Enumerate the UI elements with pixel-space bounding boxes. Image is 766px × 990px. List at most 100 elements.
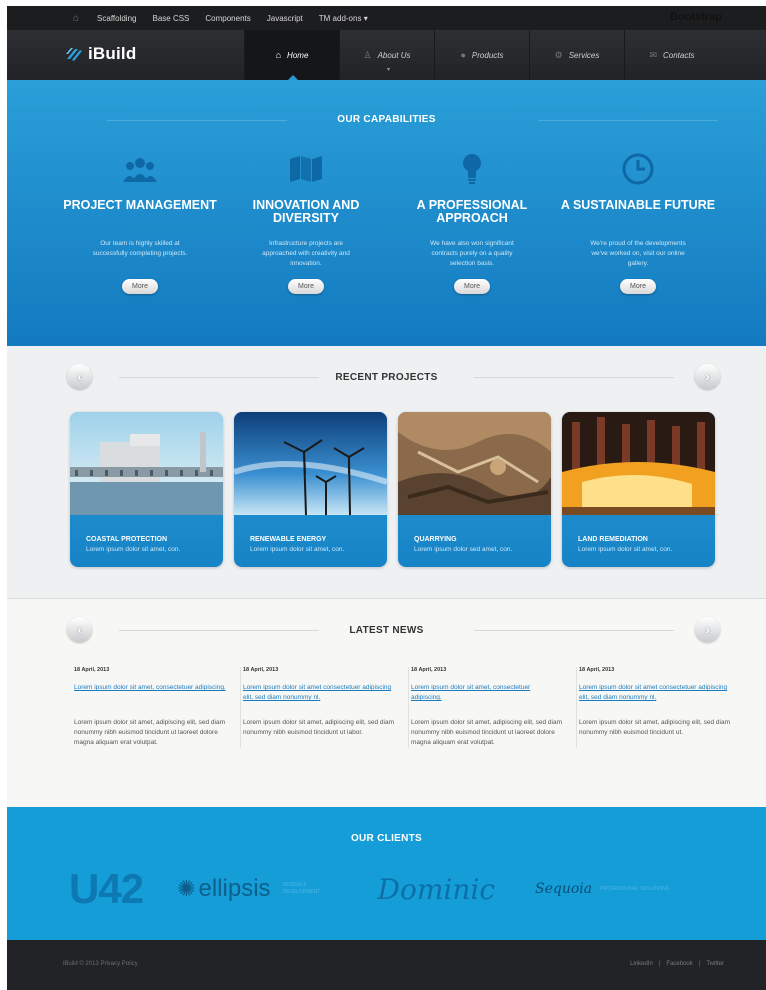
project-image-wind	[234, 412, 387, 516]
chevron-right-icon: ›	[705, 622, 710, 637]
site-header: iBuild ⌂ Home ♙ About Us ▾ ● Products ⚙ …	[7, 30, 766, 81]
nav-item-label: Products	[471, 50, 504, 60]
divider	[119, 377, 319, 378]
site-footer: iBuild © 2013 Privacy Policy LinkedIn | …	[7, 940, 766, 990]
more-button[interactable]: More	[288, 279, 324, 294]
gear-icon: ⚙	[554, 49, 563, 60]
client-logo-u42[interactable]: U42	[69, 865, 144, 913]
topbar-link-base-css[interactable]: Base CSS	[152, 14, 189, 23]
project-card[interactable]: COASTAL PROTECTION Lorem ipsum dolor sit…	[70, 412, 223, 567]
news-item: 18 April, 2013 Lorem ipsum dolor sit ame…	[242, 667, 409, 748]
topbar-link-tm-addons[interactable]: TM add-ons ▾	[319, 14, 368, 23]
topbar-link-components[interactable]: Components	[205, 14, 250, 23]
project-title: QUARRYING	[414, 536, 457, 543]
divider	[119, 630, 319, 631]
nav-item-label: About Us	[377, 50, 411, 60]
more-button[interactable]: More	[620, 279, 656, 294]
capabilities-section: OUR CAPABILITIES PROJECT MANAGEMENT Our …	[7, 80, 766, 346]
nav-item-contacts[interactable]: ✉ Contacts	[624, 30, 719, 80]
client-logo-ellipsis-name: ellipsis	[198, 875, 271, 902]
map-icon	[223, 151, 389, 187]
capability-text: Infrastructure projects are approached w…	[262, 240, 350, 267]
user-icon: ♙	[363, 49, 372, 60]
bootstrap-brand[interactable]: Bootstrap	[670, 11, 722, 23]
nav-item-label: Home	[287, 50, 309, 60]
client-logo-dominic[interactable]: Dominic	[378, 873, 495, 906]
social-link-facebook[interactable]: Facebook	[666, 961, 692, 967]
more-button[interactable]: More	[454, 279, 490, 294]
capabilities-list: PROJECT MANAGEMENT Our team is highly sk…	[7, 151, 766, 294]
topbar-link-tm-addons-label: TM add-ons	[318, 13, 362, 23]
news-text: Lorem ipsum dolor sit amet, adipiscing e…	[74, 719, 226, 746]
project-card[interactable]: QUARRYING Lorem ipsum dolor sed amet, co…	[398, 412, 551, 567]
home-icon[interactable]: ⌂	[73, 13, 79, 24]
topbar-link-scaffolding[interactable]: Scaffolding	[97, 14, 136, 23]
latest-news-section: ‹ › LATEST NEWS 18 April, 2013 Lorem ips…	[7, 599, 766, 807]
news-link[interactable]: Lorem ipsum dolor sit amet consectetuer …	[243, 683, 394, 711]
nav-item-home[interactable]: ⌂ Home	[244, 30, 339, 81]
site-logo[interactable]: iBuild	[65, 44, 136, 64]
project-image-coastal	[70, 412, 223, 515]
project-image-quarry	[398, 412, 551, 515]
divider	[107, 120, 287, 121]
capability-title: PROJECT MANAGEMENT	[63, 198, 217, 212]
page: ⌂ Scaffolding Base CSS Components Javasc…	[7, 6, 766, 990]
news-prev-button[interactable]: ‹	[67, 617, 92, 642]
capability-text: We're proud of the developments we've wo…	[590, 240, 686, 267]
client-logo-sequoia-tagline: PROFESSIONAL SOLUTIONS	[600, 886, 670, 892]
home-icon: ⌂	[275, 50, 282, 60]
news-link[interactable]: Lorem ipsum dolor sit amet, consectetuer…	[74, 683, 226, 711]
news-list: 18 April, 2013 Lorem ipsum dolor sit ame…	[74, 667, 746, 748]
news-text: Lorem ipsum dolor sit amet, adipiscing e…	[243, 719, 395, 736]
news-date: 18 April, 2013	[74, 667, 110, 673]
news-text: Lorem ipsum dolor sit amet, adipiscing e…	[411, 719, 563, 746]
project-card[interactable]: RENEWABLE ENERGY Lorem ipsum dolor sit a…	[234, 412, 387, 567]
nav-item-about-us[interactable]: ♙ About Us ▾	[339, 30, 434, 80]
nav-item-services[interactable]: ⚙ Services	[529, 30, 624, 80]
news-next-button[interactable]: ›	[695, 617, 720, 642]
project-card[interactable]: LAND REMEDIATION Lorem ipsum dolor sit a…	[562, 412, 715, 567]
logo-text: iBuild	[88, 44, 137, 63]
main-nav: ⌂ Home ♙ About Us ▾ ● Products ⚙ Service…	[244, 30, 719, 81]
divider	[474, 377, 674, 378]
client-logo-ellipsis[interactable]: ✺ ellipsis DESIGN & DEVELOPMENT	[177, 875, 337, 903]
bulb-icon	[389, 151, 555, 187]
clients-section: OUR CLIENTS U42 ✺ ellipsis DESIGN & DEVE…	[7, 807, 766, 940]
client-logo-ellipsis-tagline: DESIGN & DEVELOPMENT	[282, 882, 321, 895]
social-link-twitter[interactable]: Twitter	[706, 961, 724, 967]
capability-text: Our team is highly skilled at successful…	[92, 240, 188, 257]
project-text: Lorem ipsum dolor sit amet, con.	[250, 546, 345, 553]
project-title: RENEWABLE ENERGY	[250, 536, 327, 543]
project-text: Lorem ipsum dolor sed amet, con.	[414, 546, 513, 553]
project-title: COASTAL PROTECTION	[86, 536, 168, 543]
nav-item-label: Contacts	[662, 50, 695, 60]
clients-title: OUR CLIENTS	[350, 833, 423, 844]
more-button[interactable]: More	[122, 279, 158, 294]
news-link[interactable]: Lorem ipsum dolor sit amet consectetuer …	[579, 683, 731, 711]
social-link-linkedin[interactable]: LinkedIn	[630, 961, 653, 967]
news-text: Lorem ipsum dolor sit amet, adipiscing e…	[579, 719, 731, 736]
clock-icon	[555, 151, 721, 187]
nav-item-label: Services	[568, 50, 600, 60]
sun-icon: ✺	[177, 876, 196, 901]
recent-projects-section: ‹ › RECENT PROJECTS COASTAL PROTECTION L…	[7, 346, 766, 599]
project-text: Lorem ipsum dolor sit amet, con.	[578, 546, 673, 553]
news-item: 18 April, 2013 Lorem ipsum dolor sit ame…	[578, 667, 745, 748]
divider	[474, 630, 674, 631]
client-logo-sequoia[interactable]: Sequoia	[535, 881, 592, 897]
social-links: LinkedIn | Facebook | Twitter	[624, 961, 724, 967]
capability-text: We have also won significant contracts p…	[430, 240, 514, 267]
nav-item-products[interactable]: ● Products	[434, 30, 529, 80]
chat-icon: ✉	[649, 49, 657, 60]
capability-title: A SUSTAINABLE FUTURE	[560, 198, 716, 212]
carousel-next-button[interactable]: ›	[695, 364, 720, 389]
carousel-prev-button[interactable]: ‹	[67, 364, 92, 389]
separator: |	[658, 961, 661, 967]
chevron-right-icon: ›	[705, 369, 710, 384]
news-item: 18 April, 2013 Lorem ipsum dolor sit ame…	[74, 667, 241, 748]
topbar-link-javascript[interactable]: Javascript	[267, 14, 303, 23]
people-icon	[57, 151, 223, 187]
capability-card: INNOVATION AND DIVERSITY Infrastructure …	[223, 151, 389, 294]
chevron-left-icon: ‹	[77, 369, 82, 384]
news-link[interactable]: Lorem ipsum dolor sit amet, consectetuer…	[411, 683, 562, 711]
